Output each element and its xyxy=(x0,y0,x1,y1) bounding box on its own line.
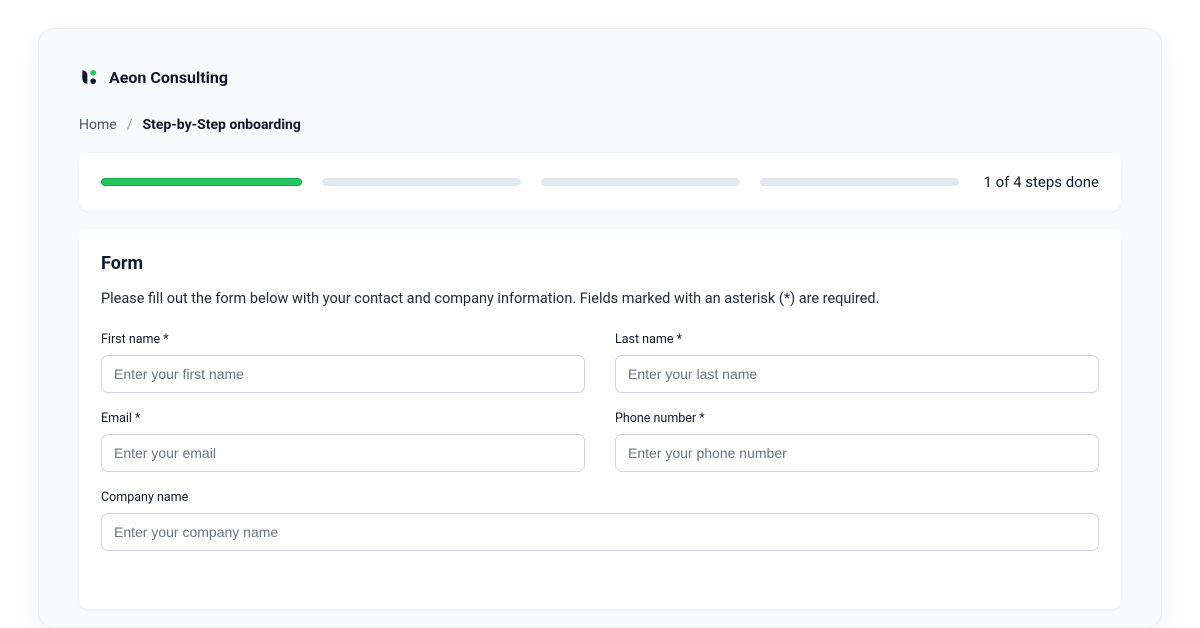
field-email: Email * xyxy=(101,411,585,472)
form-card: Form Please fill out the form below with… xyxy=(79,229,1121,609)
first-name-input[interactable] xyxy=(101,355,585,393)
brand-name: Aeon Consulting xyxy=(109,68,228,87)
breadcrumb-current: Step-by-Step onboarding xyxy=(142,117,300,133)
app-shell: Aeon Consulting Home / Step-by-Step onbo… xyxy=(38,28,1162,628)
breadcrumb-home-link[interactable]: Home xyxy=(79,117,117,133)
form-title: Form xyxy=(101,253,1099,274)
phone-label: Phone number * xyxy=(615,411,1099,426)
last-name-label: Last name * xyxy=(615,332,1099,347)
phone-input[interactable] xyxy=(615,434,1099,472)
progress-bars xyxy=(101,178,959,186)
breadcrumb: Home / Step-by-Step onboarding xyxy=(79,117,1121,133)
progress-bar-3 xyxy=(541,178,740,186)
progress-card: 1 of 4 steps done xyxy=(79,153,1121,211)
last-name-input[interactable] xyxy=(615,355,1099,393)
first-name-label: First name * xyxy=(101,332,585,347)
progress-bar-4 xyxy=(760,178,959,186)
field-company: Company name xyxy=(101,490,1099,551)
progress-text: 1 of 4 steps done xyxy=(983,173,1099,191)
brand-row: Aeon Consulting xyxy=(79,67,1121,87)
company-input[interactable] xyxy=(101,513,1099,551)
form-row-2: Email * Phone number * xyxy=(101,411,1099,472)
field-phone: Phone number * xyxy=(615,411,1099,472)
form-row-1: First name * Last name * xyxy=(101,332,1099,393)
company-label: Company name xyxy=(101,490,1099,505)
progress-bar-1 xyxy=(101,178,302,186)
breadcrumb-separator: / xyxy=(127,117,133,133)
email-label: Email * xyxy=(101,411,585,426)
field-first-name: First name * xyxy=(101,332,585,393)
form-row-3: Company name xyxy=(101,490,1099,551)
form-description: Please fill out the form below with your… xyxy=(101,288,1099,310)
field-last-name: Last name * xyxy=(615,332,1099,393)
progress-bar-2 xyxy=(322,178,521,186)
email-field[interactable] xyxy=(101,434,585,472)
brand-logo-icon xyxy=(79,67,99,87)
